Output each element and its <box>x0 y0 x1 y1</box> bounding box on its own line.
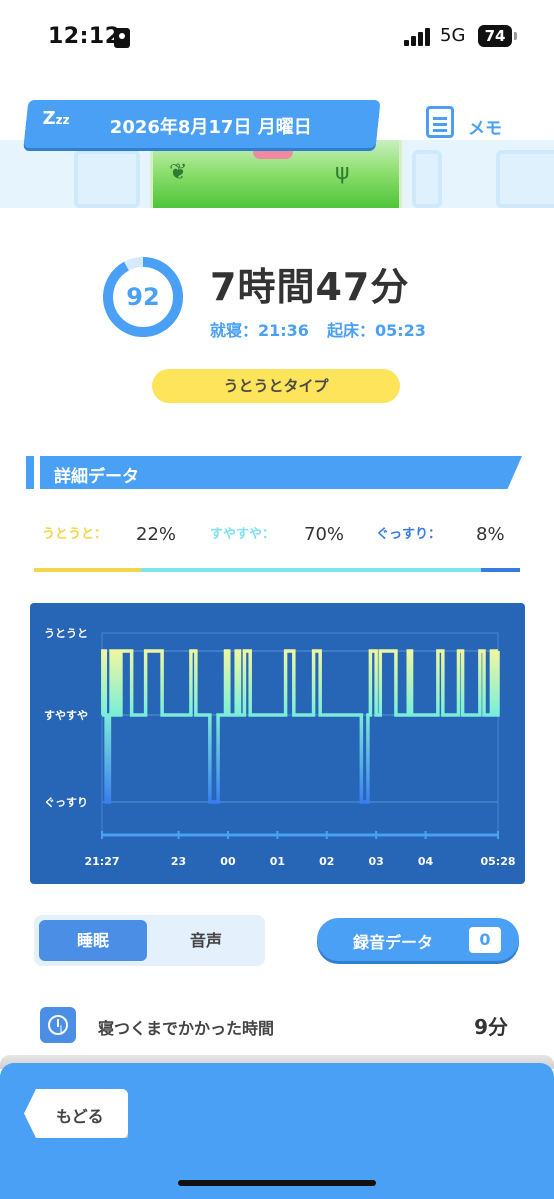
x-tick-label: 23 <box>171 855 186 868</box>
tab-sleep[interactable]: 睡眠 <box>39 920 147 961</box>
memo-label: メモ <box>468 119 502 139</box>
ratio-light-label: うとうと： <box>42 527 108 542</box>
date-header: Zzz 2026年8月17日 月曜日 <box>23 100 381 148</box>
sleep-stage-line <box>101 649 500 804</box>
detail-section-header: 詳細データ <box>26 456 526 489</box>
notepad-icon <box>426 106 454 138</box>
header-accent <box>26 456 34 489</box>
x-tick-label: 21:27 <box>84 855 119 868</box>
ratio-bar-normal <box>140 568 482 572</box>
wake-time: 起床：05:23 <box>326 321 426 340</box>
recording-label: 録音データ <box>353 933 434 952</box>
frame-far-right <box>496 150 554 208</box>
ratio-normal-value: 70% <box>304 524 345 545</box>
sleep-score: 92 <box>126 283 160 311</box>
sleep-latency-value: 9分 <box>474 1015 508 1039</box>
date-label: 2026年8月17日 月曜日 <box>109 117 312 138</box>
bedtime: 就寝：21:36 <box>210 321 309 340</box>
y-tick-label: すやすや <box>44 709 88 722</box>
detail-title: 詳細データ <box>54 467 139 487</box>
back-button[interactable]: もどる <box>24 1089 128 1138</box>
frame-left <box>74 150 140 208</box>
ratio-bar-light <box>34 568 141 572</box>
header-illustration: ❦ ψ <box>0 140 554 208</box>
grass-scene: ❦ ψ <box>150 140 402 208</box>
ratio-normal: すやすや： 70% <box>210 520 350 550</box>
x-tick-label: 05:28 <box>480 855 515 868</box>
battery-icon: 74 <box>478 25 517 47</box>
tab-audio[interactable]: 音声 <box>152 920 260 961</box>
ratio-deep: ぐっすり： 8% <box>376 520 516 550</box>
sleep-zzz-icon: Zzz <box>42 108 70 129</box>
sleep-stage-chart-svg: うとうとすやすやぐっすり 21:27 23 00 01 02 03 04 05:28 <box>44 627 516 868</box>
ratio-bar <box>34 568 520 572</box>
y-tick-label: うとうと <box>44 627 88 640</box>
sleep-times: 就寝：21:36 起床：05:23 <box>210 317 426 341</box>
network-type: 5G <box>440 25 466 46</box>
back-label: もどる <box>56 1107 104 1126</box>
status-time: 12:12 <box>48 24 121 49</box>
sleep-latency-label: 寝つくまでかかった時間 <box>98 1019 275 1038</box>
x-tick-label: 01 <box>270 855 285 868</box>
home-indicator[interactable] <box>178 1180 376 1186</box>
memo-button[interactable]: メモ <box>426 106 516 142</box>
sleep-duration: 7時間47分 <box>210 265 410 309</box>
ratio-light: うとうと： 22% <box>42 520 182 550</box>
view-tabs: 睡眠 音声 <box>34 915 265 966</box>
x-tick-label: 02 <box>319 855 334 868</box>
ratio-light-value: 22% <box>136 524 177 545</box>
contact-card-icon <box>114 28 130 48</box>
recording-count: 0 <box>469 927 501 953</box>
ratio-normal-label: すやすや： <box>210 527 276 542</box>
y-tick-label: ぐっすり <box>44 796 88 809</box>
sleep-ratios: うとうと： 22% すやすや： 70% ぐっすり： 8% <box>0 520 554 550</box>
x-tick-label: 04 <box>418 855 434 868</box>
sleep-stage-chart: うとうとすやすやぐっすり 21:27 23 00 01 02 03 04 05:28 <box>30 603 525 884</box>
frame-right <box>412 150 442 208</box>
clock-icon <box>40 1007 76 1043</box>
sleep-latency-row: 寝つくまでかかった時間 9分 <box>40 1005 514 1045</box>
plant-icon: ❦ <box>169 160 188 185</box>
grass-icon: ψ <box>335 160 350 185</box>
ratio-bar-deep <box>481 568 520 572</box>
sleep-score-ring: 92 <box>102 256 184 338</box>
sleep-type-badge: うとうとタイプ <box>152 369 400 403</box>
signal-icon <box>404 28 434 46</box>
x-tick-label: 00 <box>220 855 236 868</box>
ratio-deep-label: ぐっすり： <box>376 527 442 542</box>
recording-data-button[interactable]: 録音データ 0 <box>317 918 519 961</box>
x-tick-label: 03 <box>368 855 383 868</box>
ratio-deep-value: 8% <box>476 524 505 545</box>
status-bar: 12:12 5G 74 <box>0 0 554 70</box>
